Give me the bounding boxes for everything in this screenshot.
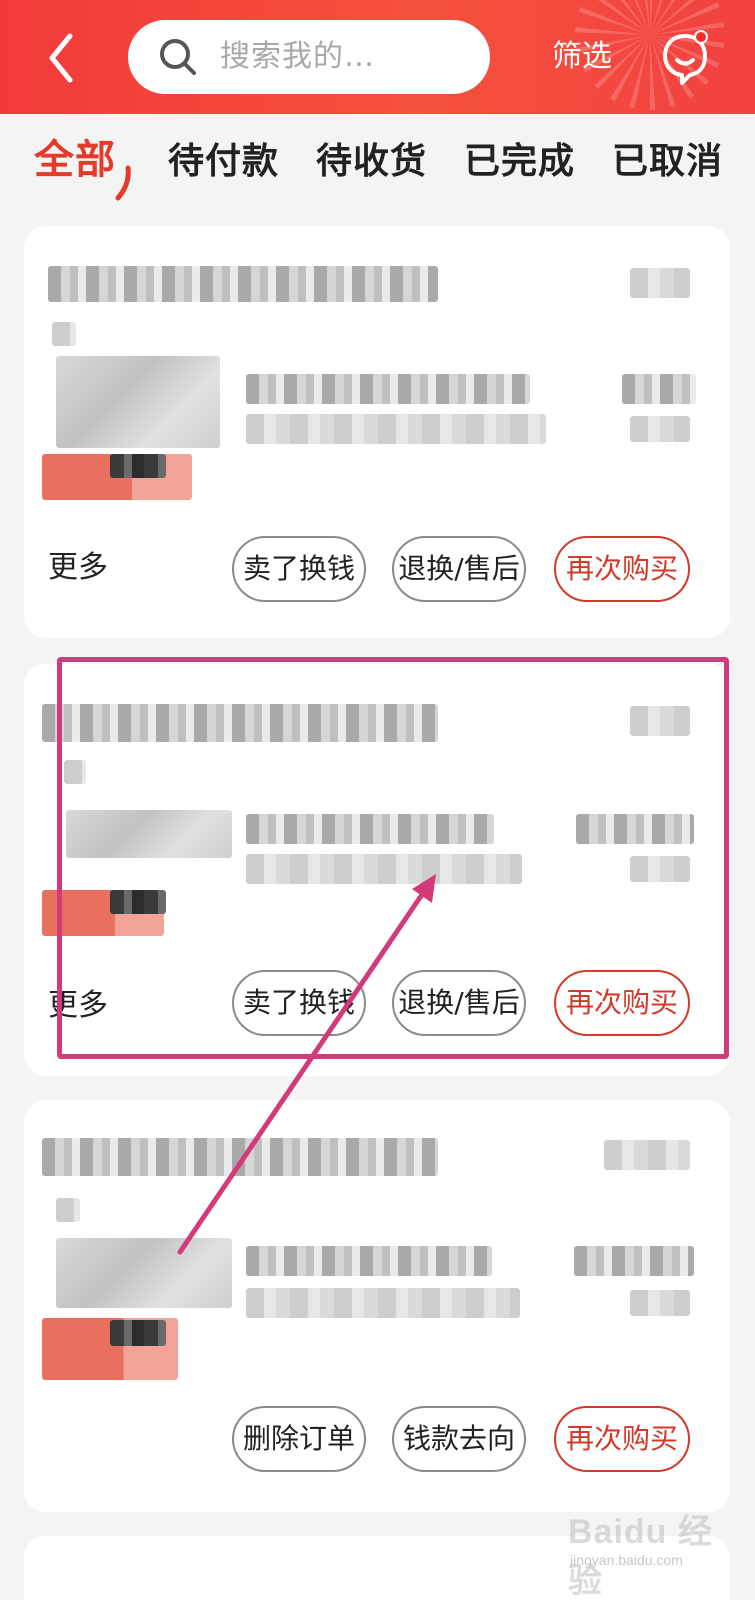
sell-for-cash-button[interactable]: 卖了换钱	[232, 536, 366, 602]
product-tag-mark	[110, 1320, 166, 1346]
product-tag-mark	[110, 890, 166, 914]
product-price	[576, 814, 694, 844]
sell-for-cash-button[interactable]: 卖了换钱	[232, 970, 366, 1036]
product-title[interactable]	[246, 374, 530, 404]
notification-dot	[694, 30, 708, 44]
order-card: 删除订单 钱款去向 再次购买	[24, 1100, 730, 1512]
shop-name	[48, 266, 438, 302]
delete-order-button[interactable]: 删除订单	[232, 1406, 366, 1472]
top-bar: 搜索我的… 筛选	[0, 0, 755, 114]
search-icon	[158, 37, 198, 77]
order-card: 更多 卖了换钱 退换/售后 再次购买	[24, 664, 730, 1076]
product-quantity	[630, 416, 690, 442]
order-status	[630, 268, 690, 298]
product-price	[574, 1246, 694, 1276]
buy-again-button[interactable]: 再次购买	[554, 970, 690, 1036]
more-button[interactable]: 更多	[48, 986, 108, 1026]
search-input[interactable]: 搜索我的…	[128, 20, 490, 94]
tab-pending-payment[interactable]: 待付款	[168, 138, 279, 186]
product-price	[622, 374, 696, 404]
product-spec	[246, 854, 522, 884]
buy-again-button[interactable]: 再次购买	[554, 1406, 690, 1472]
shop-badge	[52, 322, 76, 346]
tab-pending-receipt[interactable]: 待收货	[316, 138, 427, 186]
product-image[interactable]	[56, 356, 220, 448]
product-quantity	[630, 1290, 690, 1316]
product-spec	[246, 414, 546, 444]
tab-cancelled[interactable]: 已取消	[612, 138, 723, 186]
product-title[interactable]	[246, 814, 494, 844]
order-tabs: 全部 待付款 待收货 已完成 已取消	[0, 114, 755, 214]
back-icon[interactable]	[40, 30, 84, 86]
order-status	[630, 706, 690, 736]
product-title[interactable]	[246, 1246, 492, 1276]
product-image[interactable]	[66, 810, 232, 858]
filter-button[interactable]: 筛选	[552, 36, 612, 78]
return-after-sale-button[interactable]: 退换/售后	[392, 970, 526, 1036]
product-quantity	[630, 856, 690, 882]
order-card: 更多 卖了换钱 退换/售后 再次购买	[24, 226, 730, 638]
product-tag-mark	[110, 454, 166, 478]
product-spec	[246, 1288, 520, 1318]
tab-active-indicator	[114, 164, 134, 204]
watermark-url: jingyan.baidu.com	[570, 1552, 683, 1568]
shop-badge	[56, 1198, 80, 1222]
more-button[interactable]: 更多	[48, 548, 108, 588]
money-destination-button[interactable]: 钱款去向	[392, 1406, 526, 1472]
tab-all[interactable]: 全部	[34, 136, 116, 184]
search-placeholder: 搜索我的…	[220, 39, 375, 74]
order-status	[604, 1140, 690, 1170]
shop-badge	[64, 760, 86, 784]
return-after-sale-button[interactable]: 退换/售后	[392, 536, 526, 602]
product-image[interactable]	[56, 1238, 232, 1308]
buy-again-button[interactable]: 再次购买	[554, 536, 690, 602]
baidu-watermark: Baidu 经验 jingyan.baidu.com	[568, 1498, 738, 1600]
tab-completed[interactable]: 已完成	[464, 138, 575, 186]
shop-name	[42, 1138, 438, 1176]
shop-name	[42, 704, 438, 742]
